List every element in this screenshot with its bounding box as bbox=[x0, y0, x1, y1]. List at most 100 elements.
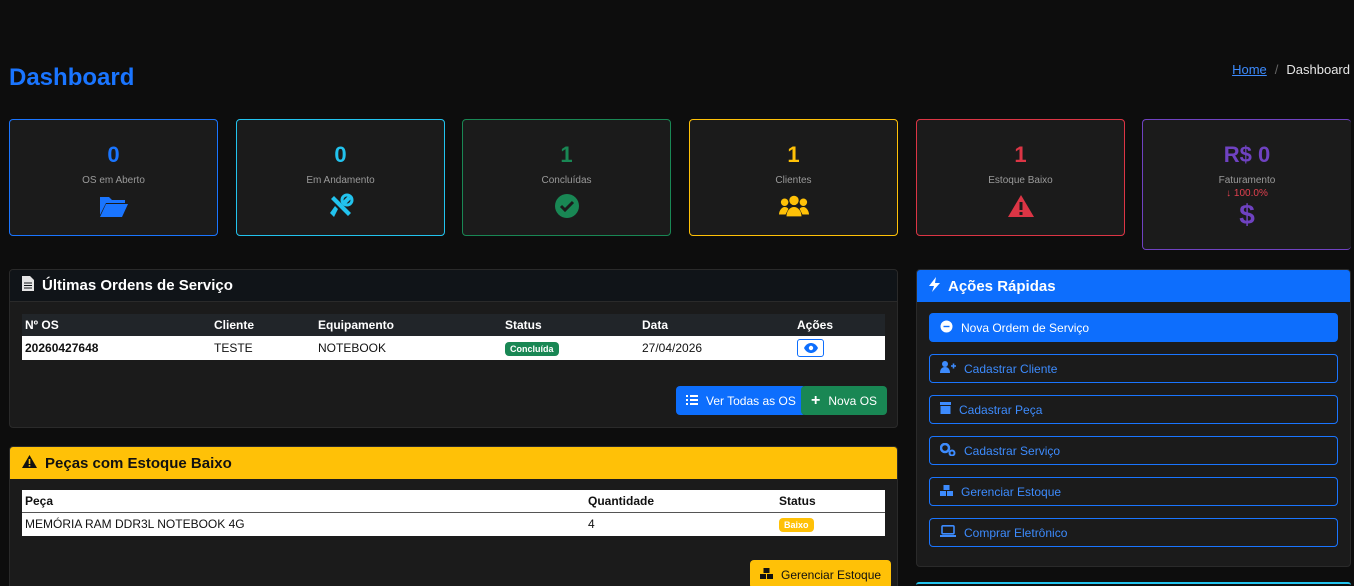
check-circle-icon bbox=[552, 192, 582, 220]
order-number: 20260427648 bbox=[22, 336, 211, 360]
bolt-icon bbox=[929, 276, 940, 296]
column-header: Cliente bbox=[214, 318, 255, 332]
order-status: Concluída bbox=[502, 336, 639, 360]
trend-value: 100.0% bbox=[1233, 188, 1268, 199]
laptop-icon bbox=[940, 525, 956, 540]
revenue-trend: ↓ 100.0% bbox=[1143, 188, 1351, 199]
stat-label: Clientes bbox=[775, 175, 812, 186]
card-title: Ações Rápidas bbox=[948, 277, 1056, 295]
warning-icon bbox=[1006, 192, 1036, 220]
quick-action-buy-electronic[interactable]: Comprar Eletrônico bbox=[929, 518, 1338, 547]
stat-label: OS em Aberto bbox=[82, 175, 145, 186]
stat-value: R$ 0 bbox=[1223, 142, 1271, 167]
boxes-icon bbox=[760, 567, 773, 582]
users-icon bbox=[778, 192, 809, 220]
stat-card-clients[interactable]: 1 Clientes bbox=[689, 119, 898, 236]
stat-label: Estoque Baixo bbox=[988, 175, 1053, 186]
button-label: Cadastrar Peça bbox=[959, 402, 1043, 417]
column-header: Nº OS bbox=[25, 318, 59, 332]
quick-actions-header: Ações Rápidas bbox=[917, 270, 1350, 302]
recent-orders-header: Últimas Ordens de Serviço bbox=[10, 270, 897, 302]
orders-table: Nº OS Cliente Equipamento Status Data Aç… bbox=[22, 314, 885, 360]
button-label: Gerenciar Estoque bbox=[781, 567, 882, 582]
button-label: Ver Todas as OS bbox=[706, 393, 796, 408]
button-label: Nova Ordem de Serviço bbox=[961, 320, 1090, 335]
stat-card-open-orders[interactable]: 0 OS em Aberto bbox=[9, 119, 218, 236]
order-equipment: NOTEBOOK bbox=[315, 336, 502, 360]
eye-icon bbox=[803, 343, 818, 353]
stat-card-in-progress[interactable]: 0 Em Andamento bbox=[236, 119, 445, 236]
breadcrumb-current: Dashboard bbox=[1286, 62, 1350, 77]
folder-open-icon bbox=[99, 192, 129, 220]
column-header: Status bbox=[776, 490, 885, 513]
status-badge: Concluída bbox=[505, 341, 559, 356]
part-status: Baixo bbox=[776, 512, 885, 536]
order-actions bbox=[794, 336, 885, 360]
user-plus-icon bbox=[940, 361, 956, 376]
stat-label: Faturamento bbox=[1218, 175, 1276, 186]
card-title: Últimas Ordens de Serviço bbox=[42, 277, 233, 294]
button-label: Comprar Eletrônico bbox=[964, 525, 1068, 540]
table-header-row: Nº OS Cliente Equipamento Status Data Aç… bbox=[22, 314, 885, 336]
recent-orders-card: Últimas Ordens de Serviço Nº OS Cliente … bbox=[9, 269, 898, 428]
part-name: MEMÓRIA RAM DDR3L NOTEBOOK 4G bbox=[22, 512, 585, 536]
dollar-icon: $ bbox=[1239, 199, 1255, 230]
quick-action-manage-stock[interactable]: Gerenciar Estoque bbox=[929, 477, 1338, 506]
quick-action-add-client[interactable]: Cadastrar Cliente bbox=[929, 354, 1338, 383]
low-stock-header: Peças com Estoque Baixo bbox=[10, 447, 897, 479]
column-header: Equipamento bbox=[318, 318, 395, 332]
order-date: 27/04/2026 bbox=[639, 336, 794, 360]
list-icon bbox=[686, 394, 698, 408]
status-badge: Baixo bbox=[779, 517, 814, 532]
column-header: Peça bbox=[22, 490, 585, 513]
column-header: Data bbox=[642, 318, 669, 332]
plus-circle-icon bbox=[940, 320, 953, 336]
stat-value: 1 bbox=[787, 142, 800, 167]
next-card-edge bbox=[916, 582, 1351, 586]
column-header: Quantidade bbox=[585, 490, 776, 513]
breadcrumb-home-link[interactable]: Home bbox=[1232, 62, 1267, 77]
tools-icon bbox=[326, 192, 356, 220]
part-quantity: 4 bbox=[585, 512, 776, 536]
quick-action-new-order[interactable]: Nova Ordem de Serviço bbox=[929, 313, 1338, 342]
order-client: TESTE bbox=[211, 336, 315, 360]
breadcrumb: Home / Dashboard bbox=[1232, 62, 1350, 77]
stat-card-revenue[interactable]: R$ 0 Faturamento ↓ 100.0% $ bbox=[1142, 119, 1351, 250]
stat-label: Concluídas bbox=[541, 175, 592, 186]
card-title: Peças com Estoque Baixo bbox=[45, 454, 232, 472]
document-icon bbox=[22, 276, 34, 295]
new-order-button[interactable]: + Nova OS bbox=[801, 386, 888, 415]
low-stock-card: Peças com Estoque Baixo Peça Quantidade … bbox=[9, 446, 898, 586]
gears-icon bbox=[939, 442, 956, 459]
quick-actions-card: Ações Rápidas Nova Ordem de Serviço Cada… bbox=[916, 269, 1351, 567]
table-header-row: Peça Quantidade Status bbox=[22, 490, 885, 513]
manage-stock-button[interactable]: Gerenciar Estoque bbox=[750, 560, 892, 586]
quick-action-add-service[interactable]: Cadastrar Serviço bbox=[929, 436, 1338, 465]
breadcrumb-separator: / bbox=[1274, 62, 1279, 77]
view-order-button[interactable] bbox=[797, 339, 824, 357]
button-label: Cadastrar Cliente bbox=[964, 361, 1058, 376]
boxes-icon bbox=[940, 484, 953, 499]
column-header: Status bbox=[505, 318, 542, 332]
stat-value: 1 bbox=[1014, 142, 1027, 167]
low-stock-table: Peça Quantidade Status MEMÓRIA RAM DDR3L… bbox=[22, 490, 885, 536]
box-icon bbox=[940, 402, 951, 417]
button-label: Nova OS bbox=[828, 393, 878, 408]
stat-card-completed[interactable]: 1 Concluídas bbox=[462, 119, 671, 236]
stat-value: 0 bbox=[107, 142, 120, 167]
page-title: Dashboard bbox=[9, 64, 135, 91]
quick-action-add-part[interactable]: Cadastrar Peça bbox=[929, 395, 1338, 424]
plus-icon: + bbox=[811, 391, 821, 409]
stat-value: 0 bbox=[334, 142, 347, 167]
button-label: Cadastrar Serviço bbox=[964, 443, 1061, 458]
warning-icon bbox=[22, 454, 37, 472]
stat-card-low-stock[interactable]: 1 Estoque Baixo bbox=[916, 119, 1125, 236]
column-header: Ações bbox=[797, 318, 834, 332]
table-row[interactable]: 20260427648 TESTE NOTEBOOK Concluída 27/… bbox=[22, 336, 885, 360]
stat-label: Em Andamento bbox=[306, 175, 375, 186]
stat-value: 1 bbox=[560, 142, 573, 167]
view-all-orders-button[interactable]: Ver Todas as OS bbox=[676, 386, 806, 415]
arrow-down-icon: ↓ bbox=[1226, 188, 1232, 199]
button-label: Gerenciar Estoque bbox=[961, 484, 1062, 499]
table-row[interactable]: MEMÓRIA RAM DDR3L NOTEBOOK 4G 4 Baixo bbox=[22, 512, 885, 536]
